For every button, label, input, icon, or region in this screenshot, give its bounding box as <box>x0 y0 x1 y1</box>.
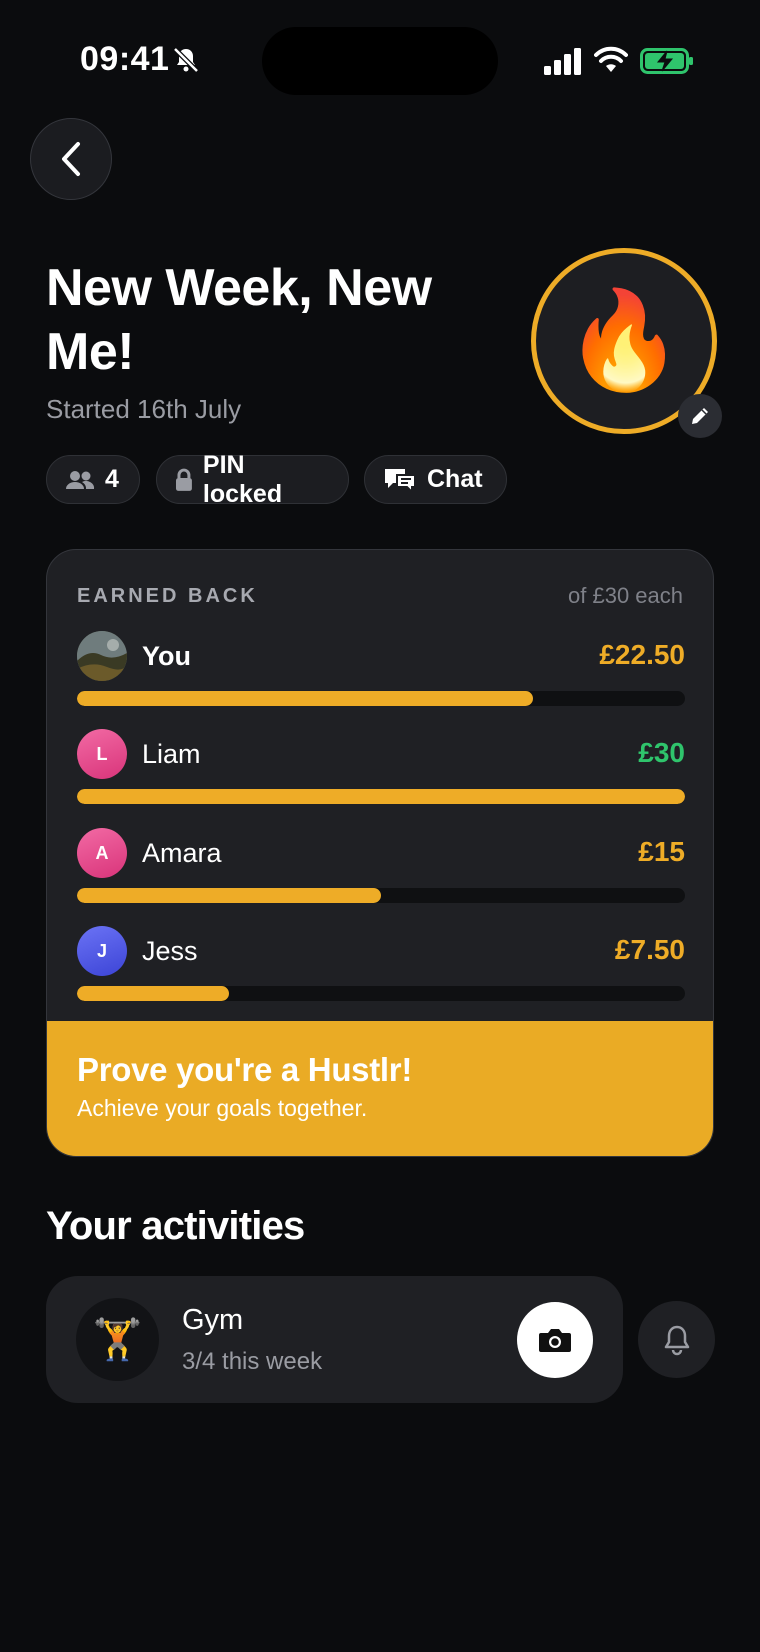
chat-bubbles-icon <box>385 468 416 493</box>
edit-avatar-button[interactable] <box>678 394 722 438</box>
banner-subtitle: Achieve your goals together. <box>77 1095 368 1121</box>
fire-icon: 🔥 <box>564 287 684 394</box>
hustlr-banner[interactable]: Prove you're a Hustlr! Achieve your goal… <box>47 1021 713 1156</box>
bell-slash-icon <box>173 47 199 73</box>
back-button[interactable] <box>30 118 112 200</box>
chevron-left-icon <box>62 142 80 176</box>
avatar <box>77 631 127 681</box>
member-row-you: You £22.50 <box>77 631 685 711</box>
earned-back-note: of £30 each <box>568 583 683 608</box>
activity-progress: 3/4 this week <box>182 1348 323 1375</box>
people-icon <box>66 470 95 489</box>
earned-back-label: EARNED BACK <box>77 585 258 607</box>
progress-track <box>77 691 685 706</box>
chat-chip[interactable]: Chat <box>364 455 507 504</box>
progress-fill <box>77 986 229 1001</box>
progress-fill <box>77 789 685 804</box>
landscape-photo <box>77 631 127 681</box>
bell-icon <box>664 1325 689 1355</box>
member-name: Liam <box>142 739 201 769</box>
member-amount: £22.50 <box>599 639 685 670</box>
progress-track <box>77 789 685 804</box>
member-name: You <box>142 641 191 671</box>
member-row-liam: L Liam £30 <box>77 729 685 809</box>
battery-charging-icon <box>640 48 693 74</box>
member-name: Amara <box>142 838 222 868</box>
pencil-icon <box>692 408 708 424</box>
progress-track <box>77 888 685 903</box>
pin-locked-label: PIN locked <box>202 450 283 508</box>
avatar: A <box>77 828 127 878</box>
members-chip[interactable]: 4 <box>46 455 140 504</box>
reminder-button[interactable] <box>638 1301 715 1378</box>
camera-button[interactable] <box>517 1302 593 1378</box>
dynamic-island <box>262 27 498 95</box>
wifi-icon <box>594 46 628 72</box>
member-amount: £7.50 <box>614 934 685 965</box>
activity-name: Gym <box>182 1304 244 1336</box>
start-date: Started 16th July <box>46 394 242 424</box>
page-title: New Week, New Me! <box>46 259 432 381</box>
cellular-signal-icon <box>544 48 581 75</box>
weightlifting-icon: 🏋️ <box>76 1298 159 1381</box>
progress-fill <box>77 888 381 903</box>
pin-locked-chip[interactable]: PIN locked <box>156 451 349 508</box>
banner-title: Prove you're a Hustlr! <box>77 1051 413 1088</box>
member-name: Jess <box>142 936 198 966</box>
members-count: 4 <box>105 465 119 493</box>
progress-track <box>77 986 685 1001</box>
member-row-jess: J Jess £7.50 <box>77 926 685 1006</box>
member-amount: £30 <box>638 737 685 768</box>
avatar: J <box>77 926 127 976</box>
lock-icon <box>175 468 192 491</box>
activities-heading: Your activities <box>46 1204 305 1248</box>
avatar: L <box>77 729 127 779</box>
progress-fill <box>77 691 533 706</box>
status-time: 09:41 <box>80 40 170 78</box>
chat-label: Chat <box>427 465 483 493</box>
member-row-amara: A Amara £15 <box>77 828 685 908</box>
member-amount: £15 <box>638 836 685 867</box>
camera-icon <box>539 1329 571 1352</box>
activity-card-gym[interactable]: 🏋️ Gym 3/4 this week <box>46 1276 623 1403</box>
earned-back-card: EARNED BACK of £30 each You £22.50 L Lia… <box>46 549 714 1157</box>
